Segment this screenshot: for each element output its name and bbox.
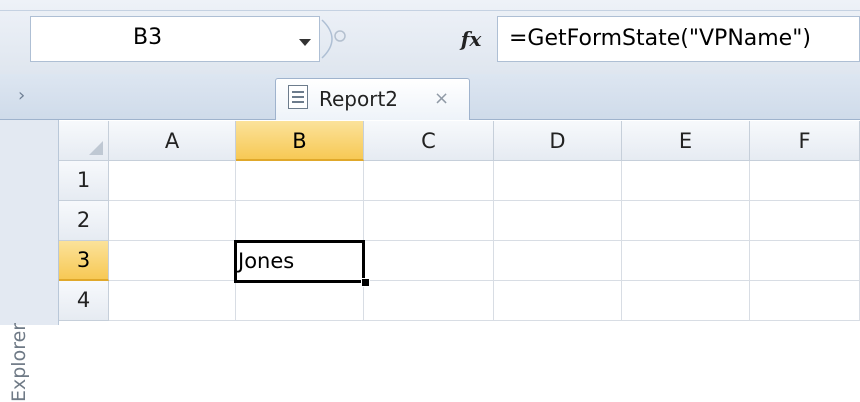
name-box[interactable]: B3 <box>30 16 320 62</box>
row-header-1[interactable]: 1 <box>59 161 109 201</box>
name-box-value[interactable]: B3 <box>133 25 162 50</box>
explorer-panel[interactable]: Explorer <box>0 120 59 402</box>
column-header-b[interactable]: B <box>236 121 364 161</box>
cell-c3[interactable] <box>364 241 494 281</box>
formula-bar: B3 fx =GetFormState("VPName") <box>0 0 860 75</box>
cell-b2[interactable] <box>236 201 364 241</box>
cell-d2[interactable] <box>494 201 622 241</box>
spreadsheet-grid: A B C D E F 1 2 3 Jones 4 <box>59 121 860 325</box>
cell-c1[interactable] <box>364 161 494 201</box>
column-header-d[interactable]: D <box>494 121 622 161</box>
cell-e2[interactable] <box>622 201 750 241</box>
cell-f4[interactable] <box>750 281 860 321</box>
column-header-a[interactable]: A <box>109 121 236 161</box>
cell-f3[interactable] <box>750 241 860 281</box>
column-header-e[interactable]: E <box>622 121 750 161</box>
cell-f1[interactable] <box>750 161 860 201</box>
cell-a3[interactable] <box>109 241 236 281</box>
cell-a2[interactable] <box>109 201 236 241</box>
tab-report2[interactable]: Report2 × <box>275 78 470 120</box>
cell-d1[interactable] <box>494 161 622 201</box>
cell-b1[interactable] <box>236 161 364 201</box>
document-tab-strip: › Report2 × <box>0 74 860 120</box>
column-header-f[interactable]: F <box>750 121 860 161</box>
insert-function-button[interactable]: fx <box>446 16 496 62</box>
fill-handle[interactable] <box>361 278 370 287</box>
chevron-right-icon[interactable]: › <box>18 85 25 106</box>
cell-d3[interactable] <box>494 241 622 281</box>
formula-bar-divider <box>0 10 860 11</box>
chevron-down-icon[interactable] <box>299 39 311 46</box>
document-icon <box>288 85 308 109</box>
row-header-4[interactable]: 4 <box>59 281 109 321</box>
selected-cell-b3[interactable]: Jones <box>234 240 365 283</box>
cell-f2[interactable] <box>750 201 860 241</box>
cell-d4[interactable] <box>494 281 622 321</box>
explorer-label[interactable]: Explorer <box>8 323 30 402</box>
tab-label: Report2 <box>319 87 399 111</box>
cell-e3[interactable] <box>622 241 750 281</box>
select-all-icon <box>89 141 103 155</box>
formula-bar-resize-icon[interactable] <box>320 18 360 60</box>
cell-a4[interactable] <box>109 281 236 321</box>
select-all-corner[interactable] <box>59 121 109 161</box>
cell-c2[interactable] <box>364 201 494 241</box>
cell-e1[interactable] <box>622 161 750 201</box>
column-header-c[interactable]: C <box>364 121 494 161</box>
row-header-2[interactable]: 2 <box>59 201 109 241</box>
cell-b4[interactable] <box>236 281 364 321</box>
cell-c4[interactable] <box>364 281 494 321</box>
cell-a1[interactable] <box>109 161 236 201</box>
cell-e4[interactable] <box>622 281 750 321</box>
close-icon[interactable]: × <box>434 88 449 109</box>
formula-input[interactable]: =GetFormState("VPName") <box>497 16 860 62</box>
row-header-3[interactable]: 3 <box>59 241 109 281</box>
